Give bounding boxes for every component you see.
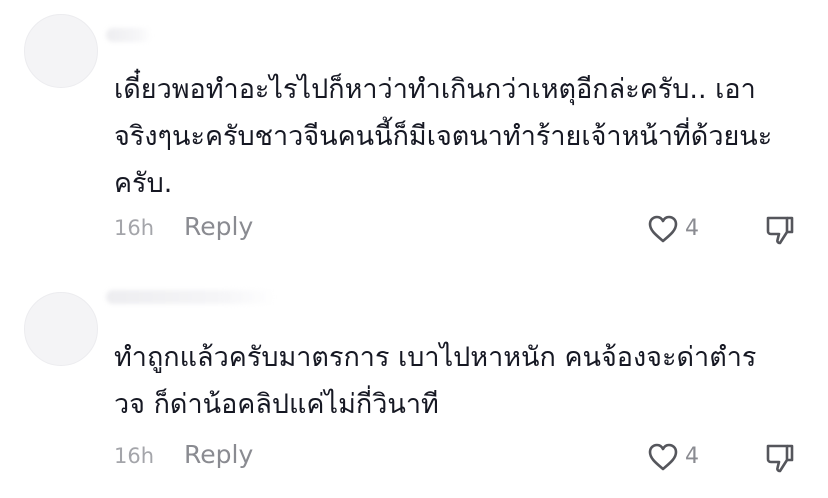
like-button[interactable]: 4 xyxy=(647,442,707,474)
comment-text: เดี๋ยวพอทำอะไรไปก็หาว่าทำเกินกว่าเหตุอีก… xyxy=(114,74,773,199)
heart-icon[interactable] xyxy=(647,214,679,244)
comment-meta: 16h Reply 4 xyxy=(114,440,804,476)
like-button[interactable]: 4 xyxy=(647,214,707,246)
heart-icon[interactable] xyxy=(647,442,679,472)
comment-time: 16h xyxy=(114,216,155,240)
thumbs-down-icon[interactable] xyxy=(765,214,795,246)
avatar[interactable] xyxy=(24,14,98,88)
avatar[interactable] xyxy=(24,292,98,366)
username-redacted xyxy=(106,28,152,42)
comment-meta: 16h Reply 4 xyxy=(114,212,804,248)
reply-button[interactable]: Reply xyxy=(184,440,253,469)
thumbs-down-icon[interactable] xyxy=(765,442,795,474)
like-count: 4 xyxy=(685,216,699,241)
comment-text: ทำถูกแล้วครับมาตรการ เบาไปหาหนัก คนจ้องจ… xyxy=(114,342,757,420)
like-count: 4 xyxy=(685,444,699,469)
comment-item: เดี๋ยวพอทำอะไรไปก็หาว่าทำเกินกว่าเหตุอีก… xyxy=(0,0,828,250)
comment-time: 16h xyxy=(114,444,155,468)
comment-item: ทำถูกแล้วครับมาตรการ เบาไปหาหนัก คนจ้องจ… xyxy=(0,282,828,498)
username-redacted xyxy=(106,290,276,304)
reply-button[interactable]: Reply xyxy=(184,212,253,241)
